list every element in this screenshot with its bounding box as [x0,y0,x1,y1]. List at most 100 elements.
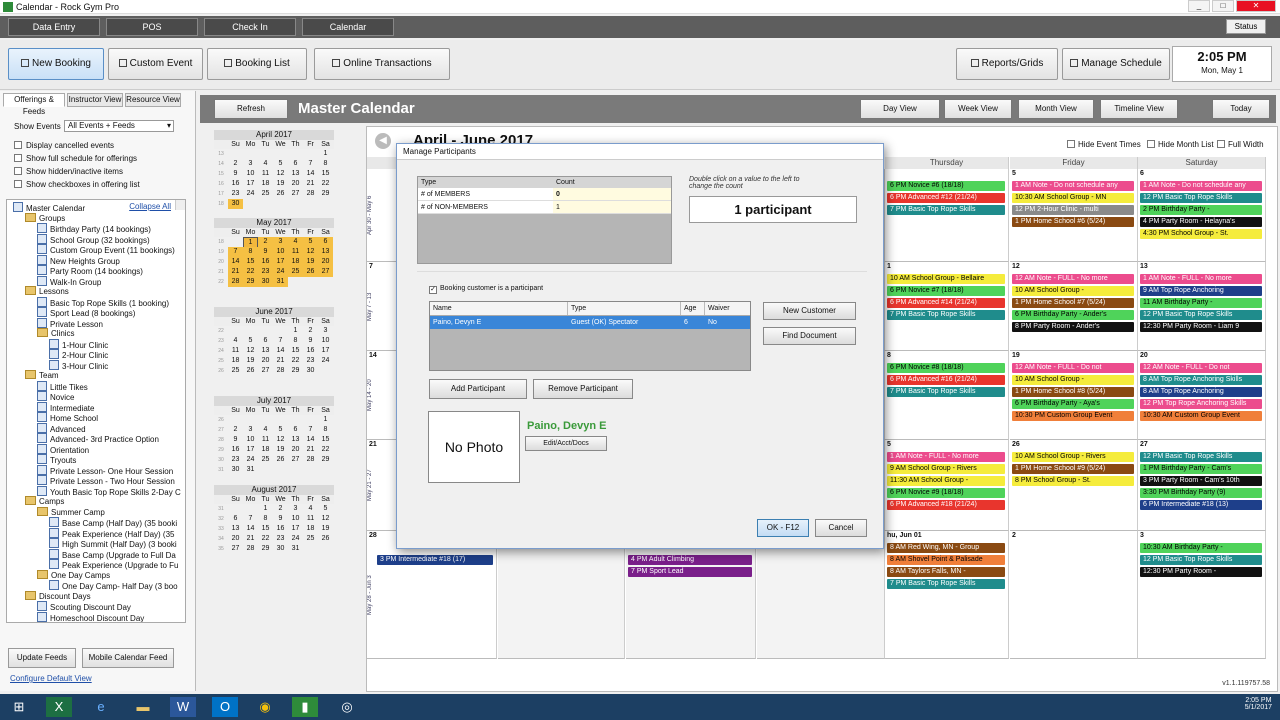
participants-table[interactable]: Name Type Age Waiver Paino, Devyn E Gues… [429,301,751,371]
tree-item[interactable]: Birthday Party (14 bookings) [37,223,151,234]
calendar-event[interactable]: 10:30 PM Custom Group Event [1012,411,1134,421]
calendar-event[interactable]: 1 AM Note - Do not schedule any [1012,181,1134,191]
calendar-event[interactable]: 4 PM Party Room - Helayna's [1140,217,1262,227]
calendar-event[interactable]: 4:30 PM School Group - St. [1140,229,1262,239]
tree-item[interactable]: Lessons [25,286,69,296]
close-button[interactable]: ✕ [1236,0,1276,12]
add-participant-button[interactable]: Add Participant [429,379,527,399]
start-icon[interactable]: ⊞ [6,697,32,717]
day-cell[interactable] [757,531,885,659]
non-members-row[interactable]: # of NON-MEMBERS 1 [418,201,671,214]
calendar-event[interactable]: 1 AM Note - Do not schedule any [1140,181,1262,191]
today-button[interactable]: Today [1212,99,1270,119]
tree-item[interactable]: Private Lesson- One Hour Session [37,465,173,476]
tree-item[interactable]: 2-Hour Clinic [49,349,108,360]
tree-item[interactable]: High Summit (Half Day) (3 booki [49,538,177,549]
tree-item[interactable]: 3-Hour Clinic [49,360,108,371]
new-booking-button[interactable]: New Booking [8,48,104,80]
month-view-button[interactable]: Month View [1018,99,1094,119]
status-button[interactable]: Status [1226,19,1266,34]
members-row[interactable]: # of MEMBERS 0 [418,188,671,201]
count-table[interactable]: Type Count # of MEMBERS 0 # of NON-MEMBERS… [417,176,672,264]
calendar-event[interactable]: 6 PM Advanced #12 (21/24) [887,193,1005,203]
calendar-event[interactable]: 1 PM Home School #9 (5/24) [1012,464,1134,474]
nav-check-in[interactable]: Check In [204,18,296,36]
new-customer-button[interactable]: New Customer [763,302,856,320]
calendar-event[interactable]: 6 PM Birthday Party - Ander's [1012,310,1134,320]
tree-item[interactable]: Discount Days [25,591,91,601]
tree-item[interactable]: Advanced- 3rd Practice Option [37,433,159,444]
manage-schedule-button[interactable]: Manage Schedule [1062,48,1170,80]
tree-item[interactable]: Camps [25,496,64,506]
calendar-event[interactable]: 10 AM School Group - [1012,286,1134,296]
tree-scrollbar[interactable] [175,200,185,210]
mini-month[interactable]: May 2017 Su Mo Tu We Th Fr Sa 18 1 2 3 4 5 6 19 7 8 9 10 11 1… [214,218,334,287]
members-count[interactable]: 0 [553,188,671,200]
calendar-event[interactable]: 9 AM Top Rope Anchoring [1140,286,1262,296]
mini-month[interactable]: August 2017 Su Mo Tu We Th Fr Sa 31 1 2 3 4 5 32 6 7 8 9 10… [214,485,334,554]
calendar-event[interactable]: 7 PM Basic Top Rope Skills [887,310,1005,320]
offerings-tree[interactable]: Collapse All Master Calendar Groups Birthd… [6,199,186,623]
tree-item[interactable]: Base Camp (Upgrade to Full Da [49,549,176,560]
system-clock[interactable]: 2:05 PM 5/1/2017 [1245,697,1272,711]
prev-arrow-icon[interactable]: ◀ [375,133,391,149]
tree-item[interactable]: Home School [37,412,98,423]
rockgym-icon[interactable]: ▮ [292,697,318,717]
calendar-event[interactable]: 8 AM Top Rope Anchoring Skills [1140,375,1262,385]
calendar-event[interactable]: 8 AM Taylors Falls, MN - [887,567,1005,577]
day-cell[interactable] [498,531,625,659]
calendar-event[interactable]: 10 AM School Group - [1012,375,1134,385]
tree-item[interactable]: Walk-In Group [37,276,101,287]
calendar-event[interactable]: 10:30 AM Custom Group Event [1140,411,1262,421]
custom-event-button[interactable]: Custom Event [108,48,203,80]
calendar-event[interactable]: 10:30 AM Birthday Party - [1140,543,1262,553]
calendar-event[interactable]: 12 PM Basic Top Rope Skills [1140,555,1262,565]
tree-item[interactable]: Intermediate [37,402,94,413]
outlook-icon[interactable]: O [212,697,238,717]
mini-calendars[interactable]: April 2017 Su Mo Tu We Th Fr Sa 13 1 14 2 3 4 5 6 7 8 15 9 1… [214,126,338,566]
full-width-checkbox[interactable]: Full Width [1217,140,1264,149]
show-checkboxes-checkbox[interactable]: Show checkboxes in offering list [14,180,140,189]
tree-item[interactable]: One Day Camps [37,570,110,580]
calendar-event[interactable]: 12 PM Top Rope Anchoring Skills [1140,399,1262,409]
find-document-button[interactable]: Find Document [763,327,856,345]
show-events-select[interactable]: All Events + Feeds ▾ [64,120,174,132]
hide-month-list-checkbox[interactable]: Hide Month List [1147,140,1214,149]
ok-f12-button[interactable]: OK - F12 [757,519,809,537]
app-circle-icon[interactable]: ◎ [334,697,360,717]
remove-participant-button[interactable]: Remove Participant [533,379,633,399]
calendar-event[interactable]: 1 PM Birthday Party - Cam's [1140,464,1262,474]
calendar-event[interactable]: 8 AM Top Rope Anchoring [1140,387,1262,397]
tree-item[interactable]: Youth Basic Top Rope Skills 2-Day C [37,486,181,497]
calendar-event[interactable]: 12 AM Note - FULL - Do not [1140,363,1262,373]
configure-default-view-link[interactable]: Configure Default View [10,674,92,683]
collapse-all-link[interactable]: Collapse All [129,202,171,212]
nav-data-entry[interactable]: Data Entry [8,18,100,36]
calendar-event[interactable]: 6 PM Novice #6 (18/18) [887,181,1005,191]
nav-calendar[interactable]: Calendar [302,18,394,36]
calendar-event[interactable]: 6 PM Intermediate #18 (13) [1140,500,1262,510]
calendar-event[interactable]: 3:30 PM Birthday Party (9) [1140,488,1262,498]
calendar-event[interactable]: 6 PM Advanced #14 (21/24) [887,298,1005,308]
tree-item[interactable]: Private Lesson - Two Hour Session [37,475,175,486]
tree-item[interactable]: Sport Lead (8 bookings) [37,307,135,318]
tree-item[interactable]: Peak Experience (Upgrade to Fu [49,559,179,570]
cancel-button[interactable]: Cancel [815,519,867,537]
folder-icon[interactable]: ▬ [130,697,156,717]
calendar-event[interactable]: 7 PM Basic Top Rope Skills [887,579,1005,589]
calendar-event[interactable]: 8 PM Party Room - Ander's [1012,322,1134,332]
tree-item[interactable]: Orientation [37,444,89,455]
calendar-event[interactable]: 7 PM Basic Top Rope Skills [887,205,1005,215]
tree-item[interactable]: Private Lesson [37,318,103,329]
calendar-event[interactable]: 10 AM School Group - Rivers [1012,452,1134,462]
mobile-calendar-feed-button[interactable]: Mobile Calendar Feed [82,648,174,668]
reports-grids-button[interactable]: Reports/Grids [956,48,1058,80]
calendar-event[interactable]: 12 AM Note - FULL - Do not [1012,363,1134,373]
booking-list-button[interactable]: Booking List [207,48,307,80]
calendar-event[interactable]: 12 AM Note - FULL - No more [1012,274,1134,284]
tree-item[interactable]: 1-Hour Clinic [49,339,108,350]
calendar-event[interactable]: 8 AM Red Wing, MN - Group [887,543,1005,553]
booking-customer-checkbox[interactable]: ✓ Booking customer is a participant [429,285,543,294]
tree-item[interactable]: Summer Camp [37,507,105,517]
tree-item[interactable]: One Day Camp- Half Day (3 boo [49,580,178,591]
